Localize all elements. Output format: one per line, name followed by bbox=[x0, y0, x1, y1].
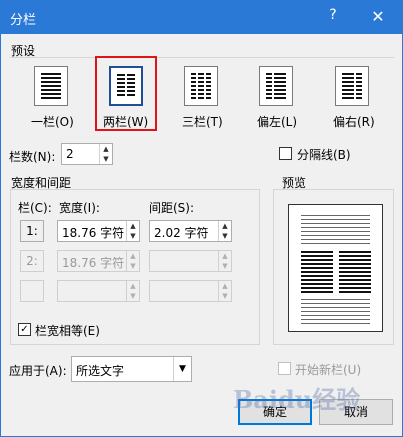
preview-column-left bbox=[301, 251, 333, 295]
separator-label: 分隔线(B) bbox=[297, 148, 351, 162]
close-button[interactable]: ✕ bbox=[363, 5, 393, 29]
equal-width-checkbox[interactable]: ✓ bbox=[18, 323, 31, 336]
new-column-label: 开始新栏(U) bbox=[295, 363, 362, 377]
spin-up-icon[interactable]: ▲ bbox=[100, 144, 112, 154]
columns-count-spinner[interactable]: 2 ▲ ▼ bbox=[61, 143, 113, 165]
columns-count-value: 2 bbox=[66, 147, 74, 161]
preset-three-columns[interactable] bbox=[184, 66, 218, 106]
preset-one-column[interactable] bbox=[34, 66, 68, 106]
width-spinner-2: 18.76 字符 ▲ ▼ bbox=[57, 250, 140, 272]
column-number bbox=[20, 280, 44, 302]
spacing-spinner-3: ▲ ▼ bbox=[149, 280, 232, 302]
spin-up-icon: ▲ bbox=[130, 282, 136, 290]
spin-down-icon[interactable]: ▼ bbox=[100, 154, 112, 164]
preview-text-lines bbox=[301, 215, 370, 247]
watermark: Baidu经验 bbox=[233, 385, 361, 414]
preset-right-label: 偏右(R) bbox=[333, 115, 375, 129]
preset-left[interactable] bbox=[259, 66, 293, 106]
spacing-spinner-2: ▲ ▼ bbox=[149, 250, 232, 272]
apply-to-dropdown[interactable]: 所选文字 ▼ bbox=[71, 356, 192, 382]
width-spinner-1[interactable]: 18.76 字符 ▲ ▼ bbox=[57, 220, 140, 242]
preview-text-lines bbox=[301, 299, 370, 325]
spin-down-icon: ▼ bbox=[130, 292, 136, 300]
column-number: 1: bbox=[20, 220, 44, 242]
preview-page bbox=[288, 204, 383, 332]
separator-checkbox[interactable] bbox=[279, 147, 292, 160]
apply-to-label: 应用于(A): bbox=[9, 364, 67, 378]
preset-one-label: 一栏(O) bbox=[31, 115, 74, 129]
column-number: 2: bbox=[20, 250, 44, 272]
apply-to-value: 所选文字 bbox=[76, 364, 125, 378]
spin-up-icon[interactable]: ▲ bbox=[127, 221, 139, 231]
spin-down-icon[interactable]: ▼ bbox=[219, 231, 231, 241]
spin-down-icon[interactable]: ▼ bbox=[127, 231, 139, 241]
chevron-down-icon: ▼ bbox=[173, 357, 191, 381]
spin-up-icon: ▲ bbox=[222, 252, 228, 260]
spin-down-icon: ▼ bbox=[222, 262, 228, 270]
columns-dialog: 分栏 ? ✕ 预设 一栏(O) 两栏(W) 三栏(T) 偏左(L) 偏右(R) … bbox=[0, 0, 403, 437]
new-column-checkbox bbox=[278, 362, 291, 375]
spacing-spinner-1[interactable]: 2.02 字符 ▲ ▼ bbox=[149, 220, 232, 242]
width-spinner-3: ▲ ▼ bbox=[57, 280, 140, 302]
spacing-header: 间距(S): bbox=[149, 201, 195, 215]
help-button[interactable]: ? bbox=[323, 7, 343, 23]
dialog-title: 分栏 bbox=[10, 13, 37, 28]
spin-down-icon: ▼ bbox=[222, 292, 228, 300]
highlight-box bbox=[95, 56, 157, 131]
spin-down-icon: ▼ bbox=[130, 262, 136, 270]
preset-left-label: 偏左(L) bbox=[257, 115, 298, 129]
width-header: 宽度(I): bbox=[59, 201, 100, 215]
equal-width-label: 栏宽相等(E) bbox=[35, 324, 100, 338]
preset-right[interactable] bbox=[335, 66, 369, 106]
col-header: 栏(C): bbox=[18, 201, 52, 215]
preview-column-right bbox=[339, 251, 371, 295]
spin-up-icon: ▲ bbox=[130, 252, 136, 260]
width-value-1: 18.76 字符 bbox=[62, 226, 125, 240]
spacing-value-1: 2.02 字符 bbox=[154, 226, 209, 240]
preset-three-label: 三栏(T) bbox=[182, 115, 223, 129]
width-value-2: 18.76 字符 bbox=[62, 256, 125, 270]
spin-up-icon[interactable]: ▲ bbox=[219, 221, 231, 231]
title-bar: 分栏 ? ✕ bbox=[1, 1, 402, 34]
columns-count-label: 栏数(N): bbox=[9, 150, 56, 164]
checkmark-icon: ✓ bbox=[20, 324, 29, 335]
spin-up-icon: ▲ bbox=[222, 282, 228, 290]
